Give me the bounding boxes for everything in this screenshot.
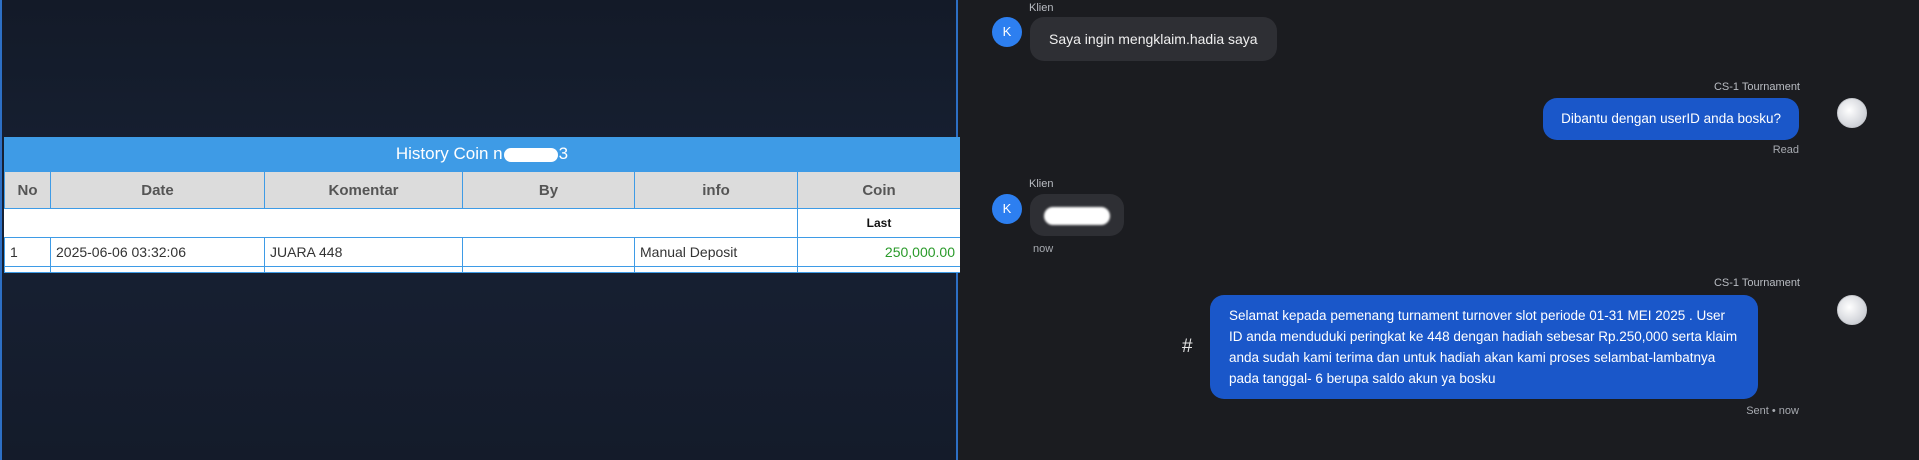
message-sender: CS-1 Tournament [1713,277,1800,289]
column-header-komentar: Komentar [264,171,463,209]
column-header-coin: Coin [797,171,961,209]
history-panel: History Coin n 3 No Date Komentar By info… [0,0,961,460]
history-title-prefix: History Coin n [395,144,503,163]
history-coin-table: History Coin n 3 No Date Komentar By info… [4,137,961,273]
column-header-date: Date [50,171,265,209]
history-title: History Coin n 3 [4,137,960,171]
client-avatar: K [992,194,1022,224]
subheader-last: Last [797,208,961,238]
cell-date: 2025-06-06 03:32:06 [50,237,265,267]
agent-avatar [1837,98,1867,128]
agent-avatar [1837,295,1867,325]
message-time: now [1033,243,1054,255]
cell-komentar: JUARA 448 [264,237,463,267]
censored-user-id [1044,207,1110,226]
cell-info: Manual Deposit [634,237,798,267]
chat-panel: Klien K Saya ingin mengklaim.hadia saya … [960,0,1919,460]
message-bubble-incoming [1030,194,1124,236]
message-bubble-incoming: Saya ingin mengklaim.hadia saya [1030,17,1277,61]
hash-symbol: # [1182,336,1193,357]
column-header-info: info [634,171,798,209]
message-status: Read [1772,144,1799,156]
cell-no: 1 [4,237,51,267]
message-sender: Klien [1029,2,1054,14]
message-bubble-outgoing: Selamat kepada pemenang turnament turnov… [1210,295,1758,399]
column-header-no: No [4,171,51,209]
cell-coin: 250,000.00 [797,237,961,267]
censored-username [503,147,558,162]
message-sender: CS-1 Tournament [1713,81,1800,93]
cell-by [462,237,635,267]
table-header-row: No Date Komentar By info Coin [4,171,961,209]
message-status: Sent • now [1746,405,1799,417]
column-header-by: By [462,171,635,209]
history-table: No Date Komentar By info Coin Last 1 202… [4,171,961,273]
message-sender: Klien [1029,178,1054,190]
subheader-blank [4,208,798,238]
table-filler-row [4,266,961,273]
client-avatar: K [992,17,1022,47]
table-subheader-row: Last [4,208,961,238]
history-title-suffix: 3 [558,144,569,163]
message-bubble-outgoing: Dibantu dengan userID anda bosku? [1543,98,1799,140]
table-row: 1 2025-06-06 03:32:06 JUARA 448 Manual D… [4,237,961,267]
